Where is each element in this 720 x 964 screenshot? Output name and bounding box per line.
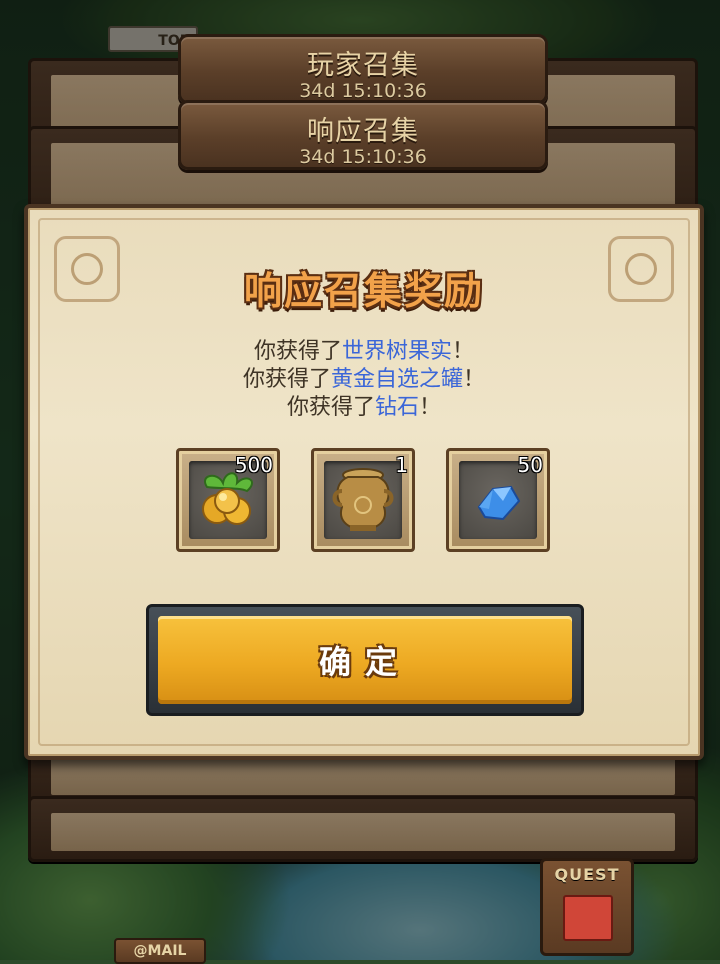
reward-line: 你获得了钻石！ — [286, 395, 442, 420]
confirm-button-label: 确定 — [318, 643, 411, 681]
reward-line: 你获得了世界树果实！ — [253, 339, 475, 364]
response-rally-title: 响应召集 — [307, 116, 419, 147]
golden-jar-icon — [332, 468, 394, 531]
confirm-button[interactable]: 确定 — [146, 604, 584, 716]
quest-scroll-icon — [563, 895, 613, 941]
reward-slot-diamond[interactable]: 50 — [446, 448, 550, 552]
reward-count: 500 — [234, 453, 273, 477]
reward-item-name: 钻石 — [374, 395, 419, 420]
response-rally-timer: 34d 15:10:36 — [299, 146, 427, 168]
reward-line: 你获得了黄金自选之罐！ — [242, 367, 486, 392]
reward-item-name: 黄金自选之罐 — [330, 367, 463, 392]
quest-label: QUEST — [554, 865, 620, 884]
reward-count: 50 — [517, 453, 543, 477]
reward-count: 1 — [395, 453, 408, 477]
mail-label: @MAIL — [133, 943, 187, 959]
reward-slot-fruit[interactable]: 500 — [176, 448, 280, 552]
player-rally-timer: 34d 15:10:36 — [299, 80, 427, 102]
reward-slot-jar[interactable]: 1 — [311, 448, 415, 552]
player-rally-title: 玩家召集 — [307, 50, 419, 81]
reward-dialog: 响应召集奖励 你获得了世界树果实！ 你获得了黄金自选之罐！ 你获得了钻石！ 50… — [24, 204, 704, 760]
reward-item-name: 世界树果实 — [341, 339, 452, 364]
lower-panel-2 — [28, 796, 698, 862]
reward-message: 你获得了世界树果实！ 你获得了黄金自选之罐！ 你获得了钻石！ — [28, 338, 700, 422]
dialog-title: 响应召集奖励 — [243, 269, 484, 313]
response-rally-header[interactable]: 响应召集 34d 15:10:36 — [178, 100, 548, 170]
quest-button[interactable]: QUEST — [540, 858, 634, 956]
player-rally-header[interactable]: 玩家召集 34d 15:10:36 — [178, 34, 548, 104]
mail-button[interactable]: @MAIL — [114, 938, 206, 964]
